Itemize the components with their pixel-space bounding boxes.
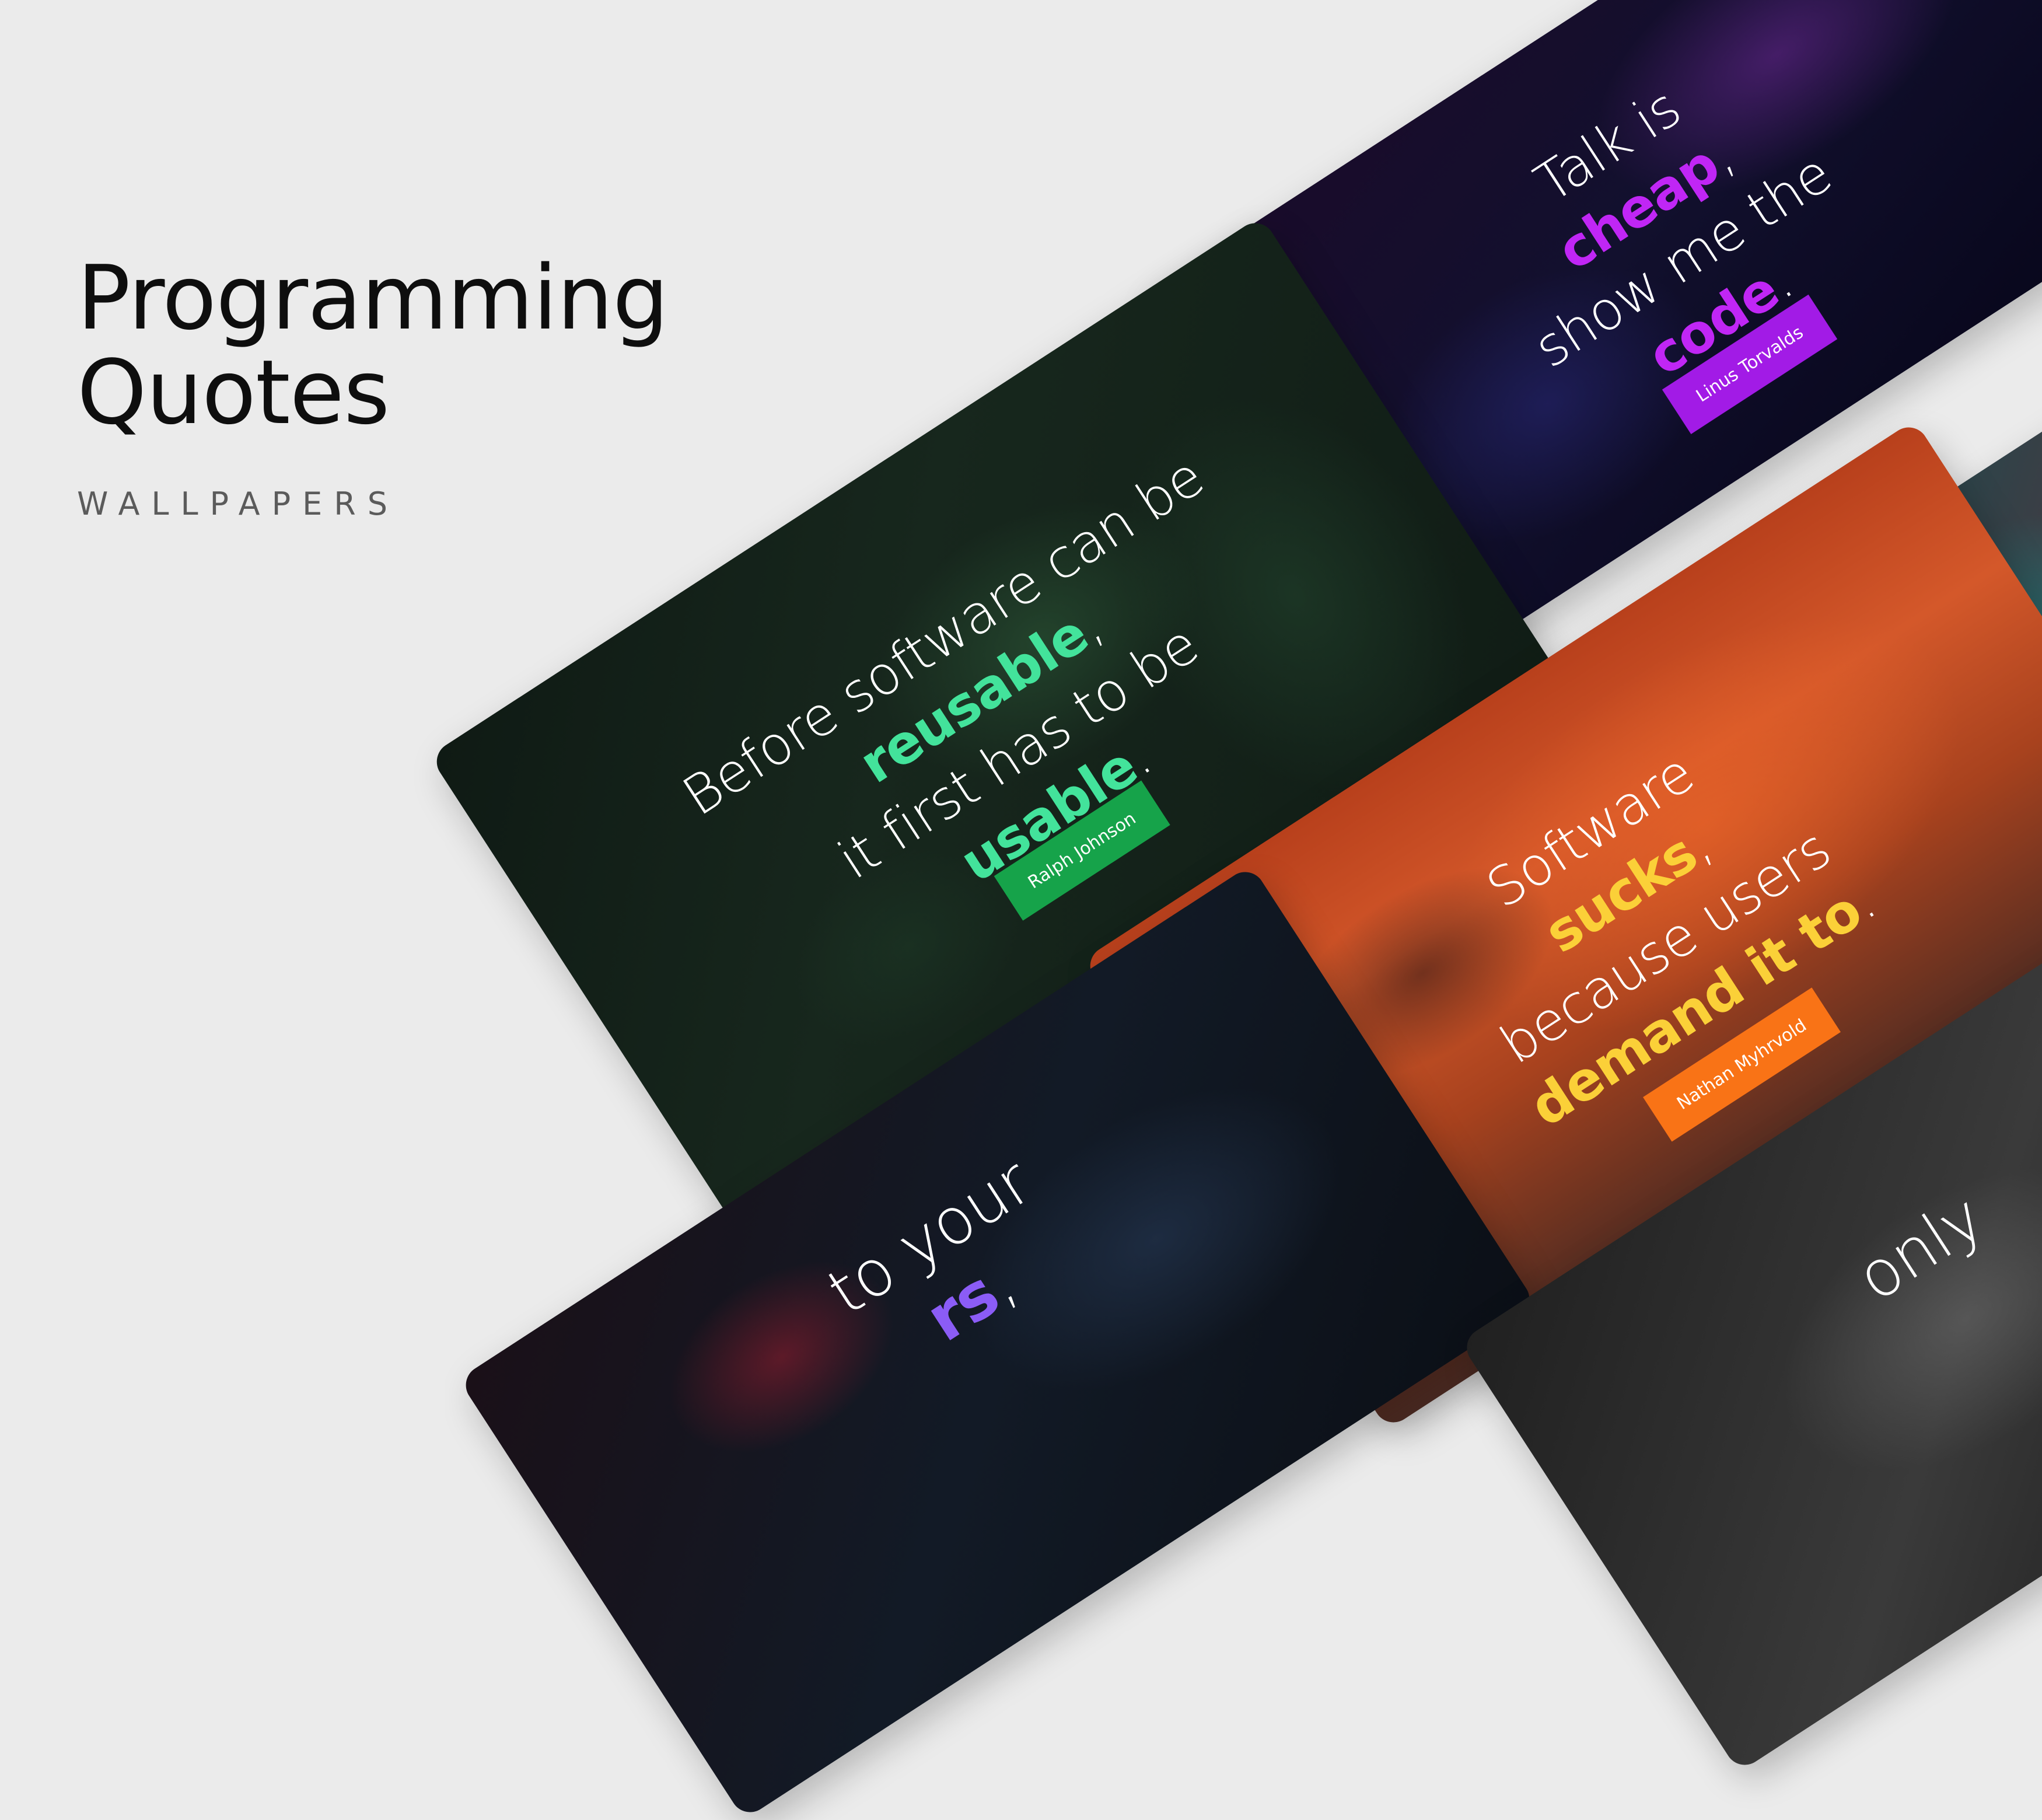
page-subtitle: WALLPAPERS: [77, 485, 400, 522]
title-line-2: Quotes: [77, 341, 390, 444]
title-line-1: Programming: [77, 246, 669, 350]
page-title: Programming Quotes: [77, 246, 669, 444]
hero: Programming Quotes WALLPAPERS: [77, 246, 669, 523]
